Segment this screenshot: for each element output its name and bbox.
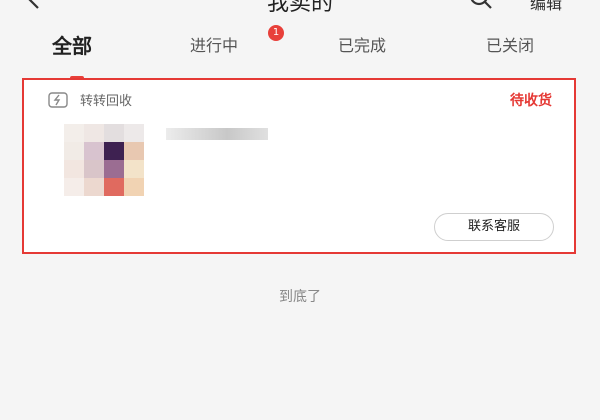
store-name: 转转回收	[80, 94, 133, 109]
tab-closed[interactable]: 已关闭	[486, 32, 534, 56]
header-bar: 我卖的 编辑	[0, 0, 600, 18]
edit-button[interactable]: 编辑	[530, 0, 562, 14]
product-thumbnail[interactable]	[64, 124, 144, 196]
tab-completed[interactable]: 已完成	[338, 32, 386, 56]
recycle-icon	[48, 92, 68, 108]
order-status: 待收货	[510, 93, 552, 109]
order-card[interactable]: 转转回收 待收货 联系客服	[22, 78, 576, 254]
search-icon[interactable]	[468, 0, 494, 11]
end-of-list-text: 到底了	[279, 289, 321, 305]
in-progress-badge: 1	[268, 25, 284, 41]
order-tabs: 全部 进行中 1 已完成 已关闭	[0, 24, 600, 80]
tab-all[interactable]: 全部	[52, 30, 92, 59]
contact-support-button[interactable]: 联系客服	[434, 213, 554, 241]
tab-in-progress[interactable]: 进行中	[190, 32, 238, 56]
product-title-blurred	[166, 128, 268, 140]
page-title: 我卖的	[266, 0, 333, 16]
